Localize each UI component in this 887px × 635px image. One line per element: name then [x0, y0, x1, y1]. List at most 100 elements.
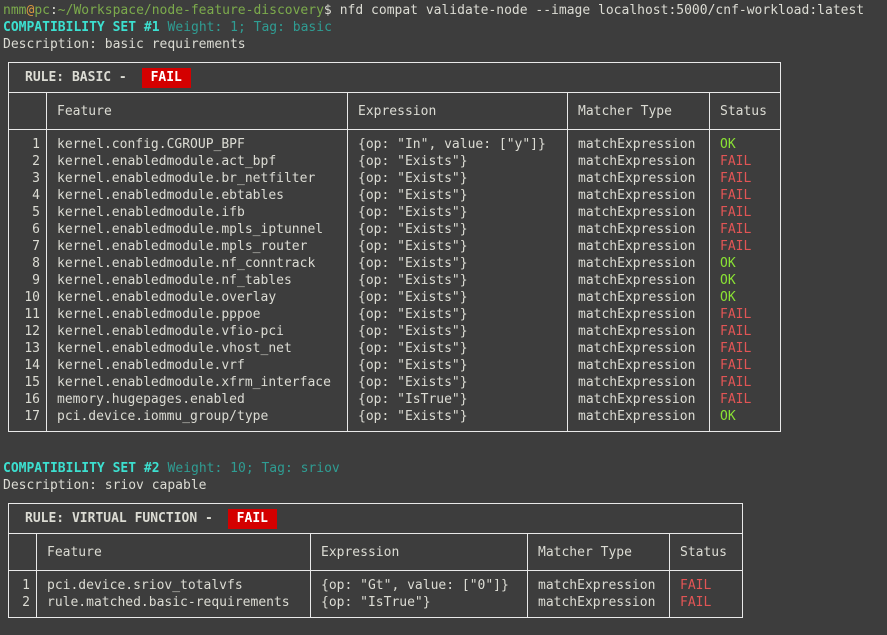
cell-feature: memory.hugepages.enabled [47, 391, 347, 408]
cell-feature: kernel.enabledmodule.vfio-pci [47, 323, 347, 340]
cell-feature: pci.device.iommu_group/type [47, 408, 347, 425]
col-header-index [9, 534, 37, 570]
cell-status: FAIL [710, 391, 780, 408]
terminal-prompt-line: nmm@pc:~/Workspace/node-feature-discover… [3, 2, 887, 19]
set-2-description: Description: sriov capable [3, 477, 887, 494]
col-header-matcher-type: Matcher Type [528, 534, 670, 570]
cell-matcher: matchExpression [568, 255, 709, 272]
cell-matcher: matchExpression [568, 136, 709, 153]
cell-status: FAIL [710, 357, 780, 374]
cell-n: 12 [9, 323, 46, 340]
terminal-window[interactable]: nmm@pc:~/Workspace/node-feature-discover… [0, 0, 887, 635]
cell-status: FAIL [710, 374, 780, 391]
cell-expression: {op: "Exists"} [348, 255, 567, 272]
cell-feature: kernel.enabledmodule.vhost_net [47, 340, 347, 357]
cell-n: 3 [9, 170, 46, 187]
cell-n: 7 [9, 238, 46, 255]
cell-expression: {op: "IsTrue"} [348, 391, 567, 408]
table-2-matcher-column: matchExpressionmatchExpression [528, 571, 670, 617]
cell-expression: {op: "IsTrue"} [311, 594, 527, 611]
cell-expression: {op: "Exists"} [348, 357, 567, 374]
cell-expression: {op: "Exists"} [348, 238, 567, 255]
cell-feature: kernel.enabledmodule.act_bpf [47, 153, 347, 170]
cell-expression: {op: "Exists"} [348, 272, 567, 289]
prompt-path: ~/Workspace/node-feature-discovery [58, 3, 324, 18]
set-1-meta: Weight: 1; Tag: basic [168, 20, 332, 35]
table-2-feature-column: pci.device.sriov_totalvfsrule.matched.ba… [37, 571, 311, 617]
cell-status: FAIL [710, 340, 780, 357]
cell-expression: {op: "Exists"} [348, 170, 567, 187]
cell-status: OK [710, 255, 780, 272]
compat-set-2: COMPATIBILITY SET #2Weight: 10; Tag: sri… [3, 460, 887, 618]
col-header-feature: Feature [37, 534, 311, 570]
set-1-description: Description: basic requirements [3, 36, 887, 53]
cell-matcher: matchExpression [568, 289, 709, 306]
cell-feature: pci.device.sriov_totalvfs [37, 577, 310, 594]
compat-set-1: COMPATIBILITY SET #1Weight: 1; Tag: basi… [3, 19, 887, 432]
set-2-title-line: COMPATIBILITY SET #2Weight: 10; Tag: sri… [3, 460, 887, 477]
cell-feature: kernel.config.CGROUP_BPF [47, 136, 347, 153]
cell-n: 16 [9, 391, 46, 408]
rule-2-label: RULE: VIRTUAL FUNCTION - [25, 510, 221, 527]
cell-n: 2 [9, 594, 36, 611]
col-header-status: Status [670, 534, 742, 570]
cell-matcher: matchExpression [568, 391, 709, 408]
cell-expression: {op: "Exists"} [348, 408, 567, 425]
prompt-separator: : [50, 3, 58, 18]
table-2-index-column: 12 [9, 571, 37, 617]
cell-feature: kernel.enabledmodule.mpls_router [47, 238, 347, 255]
cell-n: 13 [9, 340, 46, 357]
cell-status: FAIL [710, 153, 780, 170]
table-1-matcher-column: matchExpressionmatchExpressionmatchExpre… [568, 130, 710, 431]
cell-expression: {op: "Exists"} [348, 221, 567, 238]
cell-expression: {op: "Exists"} [348, 204, 567, 221]
cell-n: 17 [9, 408, 46, 425]
cell-matcher: matchExpression [568, 408, 709, 425]
cell-expression: {op: "Exists"} [348, 187, 567, 204]
cell-feature: kernel.enabledmodule.br_netfilter [47, 170, 347, 187]
cell-n: 14 [9, 357, 46, 374]
cell-feature: kernel.enabledmodule.pppoe [47, 306, 347, 323]
cell-expression: {op: "In", value: ["y"]} [348, 136, 567, 153]
cell-expression: {op: "Exists"} [348, 153, 567, 170]
cell-status: OK [710, 289, 780, 306]
cell-status: FAIL [710, 170, 780, 187]
cell-n: 1 [9, 577, 36, 594]
rule-2-status-badge: FAIL [228, 509, 277, 529]
cell-status: FAIL [710, 306, 780, 323]
command-text: nfd compat validate-node --image localho… [340, 3, 864, 18]
col-header-feature: Feature [47, 93, 348, 129]
cell-status: FAIL [710, 187, 780, 204]
table-1-header-row: Feature Expression Matcher Type Status [9, 93, 780, 130]
table-1-status-column: OKFAILFAILFAILFAILFAILFAILOKOKOKFAILFAIL… [710, 130, 780, 431]
col-header-status: Status [710, 93, 780, 129]
set-2-title: COMPATIBILITY SET #2 [3, 461, 160, 476]
table-1-feature-column: kernel.config.CGROUP_BPFkernel.enabledmo… [47, 130, 348, 431]
rule-table-basic: RULE: BASIC - FAIL Feature Expression Ma… [8, 62, 781, 432]
cell-matcher: matchExpression [568, 204, 709, 221]
cell-feature: kernel.enabledmodule.ebtables [47, 187, 347, 204]
cell-n: 10 [9, 289, 46, 306]
table-2-header-row: Feature Expression Matcher Type Status [9, 534, 742, 571]
cell-matcher: matchExpression [568, 357, 709, 374]
cell-feature: rule.matched.basic-requirements [37, 594, 310, 611]
cell-matcher: matchExpression [528, 594, 669, 611]
cell-expression: {op: "Gt", value: ["0"]} [311, 577, 527, 594]
cell-matcher: matchExpression [568, 238, 709, 255]
cell-status: OK [710, 272, 780, 289]
table-2-status-column: FAILFAIL [670, 571, 742, 617]
cell-status: FAIL [670, 594, 742, 611]
cell-feature: kernel.enabledmodule.xfrm_interface [47, 374, 347, 391]
cell-n: 5 [9, 204, 46, 221]
cell-status: FAIL [710, 221, 780, 238]
prompt-sigil: $ [324, 3, 332, 18]
cell-n: 9 [9, 272, 46, 289]
set-1-title-line: COMPATIBILITY SET #1Weight: 1; Tag: basi… [3, 19, 887, 36]
rule-table-virtual-function: RULE: VIRTUAL FUNCTION - FAIL Feature Ex… [8, 503, 743, 618]
col-header-expression: Expression [348, 93, 568, 129]
cell-expression: {op: "Exists"} [348, 374, 567, 391]
cell-matcher: matchExpression [568, 374, 709, 391]
cell-status: FAIL [670, 577, 742, 594]
cell-matcher: matchExpression [568, 306, 709, 323]
cell-matcher: matchExpression [568, 323, 709, 340]
